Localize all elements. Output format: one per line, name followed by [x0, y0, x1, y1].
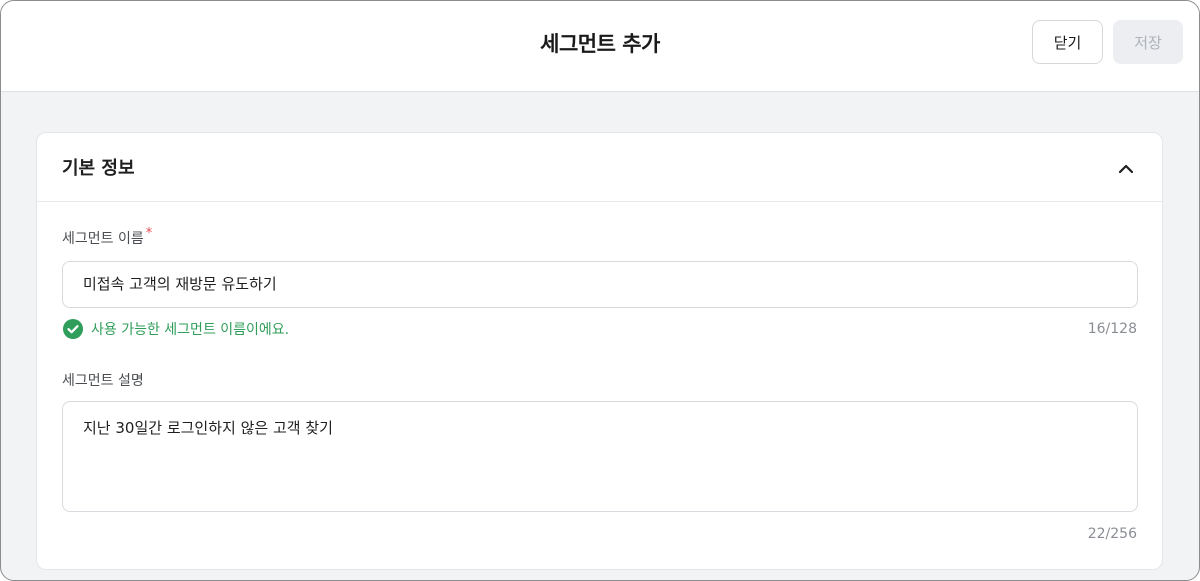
- section-header[interactable]: 기본 정보: [37, 133, 1162, 202]
- validation-message: 사용 가능한 세그먼트 이름이에요.: [91, 322, 290, 338]
- close-button[interactable]: 닫기: [1032, 20, 1103, 64]
- check-circle-icon: [63, 319, 83, 339]
- segment-name-input[interactable]: 미접속 고객의 재방문 유도하기: [62, 261, 1138, 308]
- segment-add-dialog: 세그먼트 추가 닫기 저장 기본 정보 세그먼트 이름 * 미접속 고객의 재방문…: [0, 0, 1200, 581]
- basic-info-card: 기본 정보 세그먼트 이름 * 미접속 고객의 재방문 유도하기 사용 가능한 세…: [36, 132, 1163, 570]
- segment-name-label: 세그먼트 이름 *: [62, 226, 153, 248]
- page-title: 세그먼트 추가: [540, 32, 660, 56]
- section-title: 기본 정보: [62, 158, 135, 179]
- description-char-counter: 22/256: [1087, 526, 1137, 542]
- segment-name-label-text: 세그먼트 이름: [62, 231, 144, 247]
- required-mark: *: [145, 226, 153, 241]
- segment-description-textarea[interactable]: 지난 30일간 로그인하지 않은 고객 찾기: [62, 401, 1138, 512]
- name-char-counter: 16/128: [1087, 321, 1137, 337]
- validation-message-row: 사용 가능한 세그먼트 이름이에요.: [63, 319, 289, 339]
- chevron-up-icon[interactable]: [1115, 158, 1137, 178]
- dialog-header: 세그먼트 추가 닫기 저장: [1, 1, 1199, 92]
- save-button[interactable]: 저장: [1113, 20, 1183, 64]
- segment-description-label: 세그먼트 설명: [62, 373, 144, 389]
